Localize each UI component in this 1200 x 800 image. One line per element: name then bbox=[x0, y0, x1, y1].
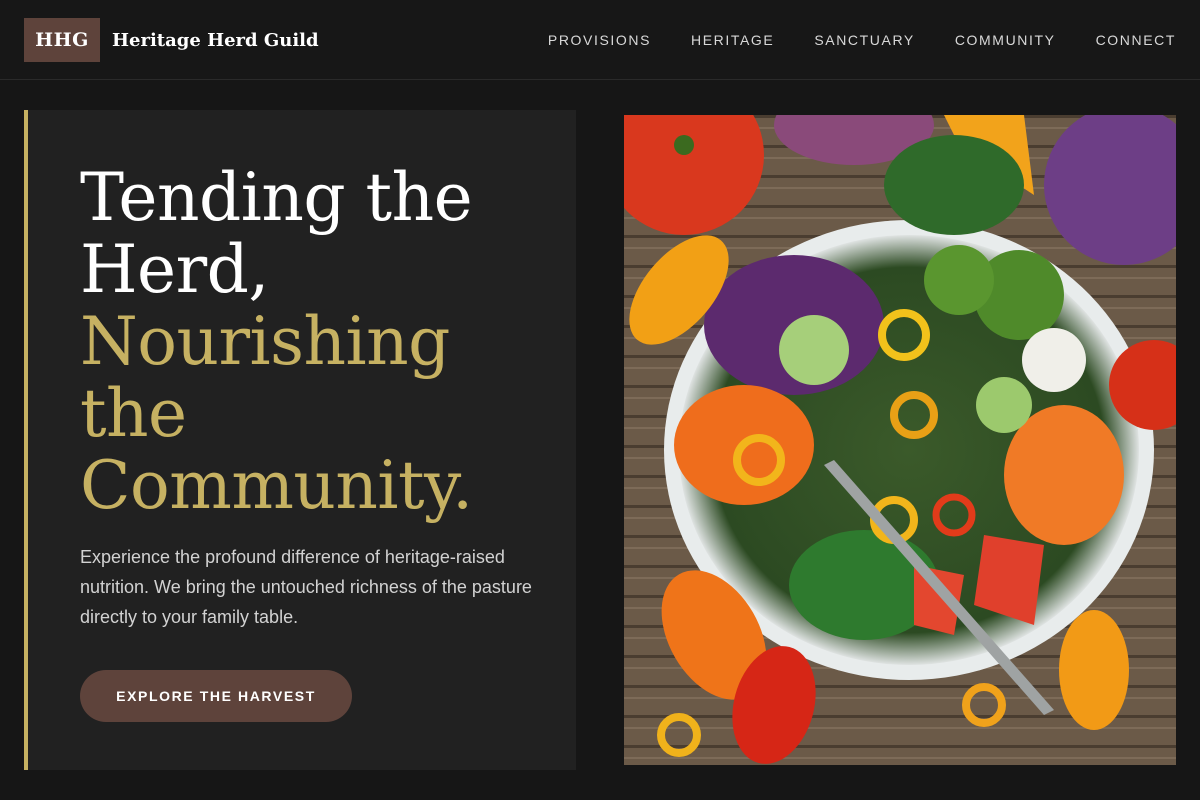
hero-title-line: Herd, bbox=[80, 231, 269, 308]
nav-item-heritage[interactable]: HERITAGE bbox=[691, 32, 774, 48]
nav-item-connect[interactable]: CONNECT bbox=[1096, 32, 1176, 48]
site-header: HHG Heritage Herd Guild PROVISIONS HERIT… bbox=[0, 0, 1200, 80]
hero-title-line: Tending the bbox=[80, 159, 473, 236]
brand[interactable]: HHG Heritage Herd Guild bbox=[24, 18, 319, 62]
hero-salad-image bbox=[624, 115, 1176, 765]
salad-illustration bbox=[624, 115, 1176, 765]
hero-title-line: the bbox=[80, 375, 187, 452]
nav-item-provisions[interactable]: PROVISIONS bbox=[548, 32, 651, 48]
hero-title-line: Nourishing bbox=[80, 303, 450, 380]
main-nav: PROVISIONS HERITAGE SANCTUARY COMMUNITY … bbox=[548, 0, 1176, 80]
nav-item-sanctuary[interactable]: SANCTUARY bbox=[814, 32, 915, 48]
logo[interactable]: HHG bbox=[24, 18, 100, 62]
brand-name[interactable]: Heritage Herd Guild bbox=[112, 30, 319, 51]
hero-title: Tending the Herd, Nourishing the Communi… bbox=[80, 162, 560, 522]
hero-description: Experience the profound difference of he… bbox=[80, 547, 532, 627]
nav-item-community[interactable]: COMMUNITY bbox=[955, 32, 1056, 48]
hero-panel: Tending the Herd, Nourishing the Communi… bbox=[24, 110, 576, 770]
hero-title-line: Community. bbox=[80, 447, 473, 524]
explore-harvest-button[interactable]: EXPLORE THE HARVEST bbox=[80, 670, 352, 722]
